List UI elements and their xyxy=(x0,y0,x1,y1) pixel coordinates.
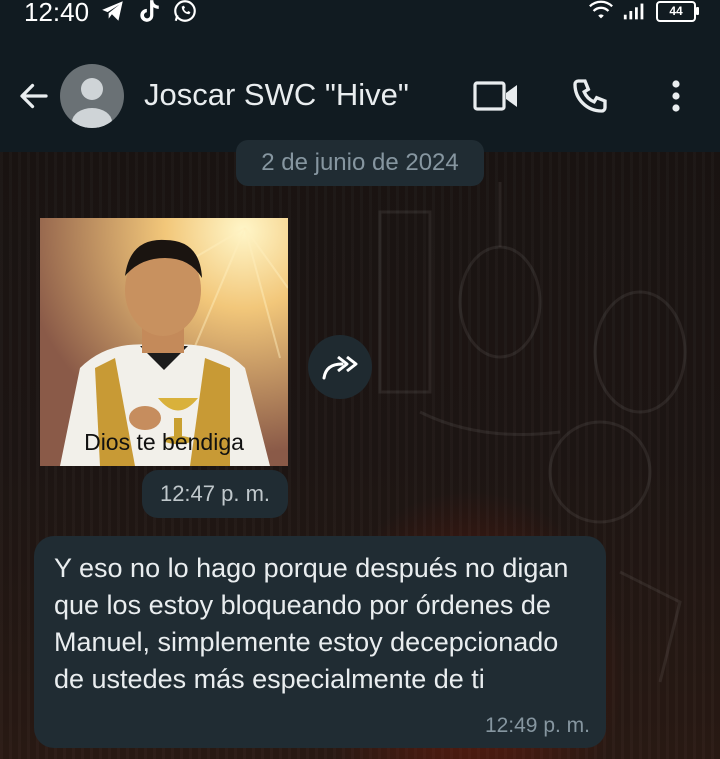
more-options-icon[interactable] xyxy=(660,76,692,116)
status-bar: 12:40 44 xyxy=(0,0,720,28)
video-call-icon[interactable] xyxy=(472,78,520,114)
forward-icon xyxy=(322,355,358,380)
date-separator: 2 de junio de 2024 xyxy=(236,140,484,186)
signal-icon xyxy=(622,0,648,24)
telegram-icon xyxy=(100,0,126,24)
text-message-bubble[interactable]: Y eso no lo hago porque después no digan… xyxy=(34,536,606,748)
image-caption: Dios te bendiga xyxy=(84,429,244,455)
forward-button[interactable] xyxy=(308,335,372,399)
status-right-icons: 44 xyxy=(588,0,699,24)
status-time: 12:40 xyxy=(24,0,90,27)
wifi-icon xyxy=(588,0,614,24)
contact-avatar[interactable] xyxy=(60,64,124,128)
image-message-time: 12:47 p. m. xyxy=(142,470,288,518)
whatsapp-icon xyxy=(172,0,198,24)
chat-header: Joscar SWC "Hive" xyxy=(0,28,720,152)
back-arrow-icon[interactable] xyxy=(16,78,52,114)
image-message[interactable]: Dios te bendiga xyxy=(40,218,288,466)
message-text: Y eso no lo hago porque después no digan… xyxy=(54,553,569,694)
contact-name[interactable]: Joscar SWC "Hive" xyxy=(144,77,409,113)
message-time: 12:49 p. m. xyxy=(484,714,590,737)
battery-indicator: 44 xyxy=(656,0,699,22)
voice-call-icon[interactable] xyxy=(570,76,610,116)
tiktok-icon xyxy=(136,0,162,24)
status-left-icons xyxy=(100,0,198,24)
avatar-placeholder-icon xyxy=(72,78,112,128)
